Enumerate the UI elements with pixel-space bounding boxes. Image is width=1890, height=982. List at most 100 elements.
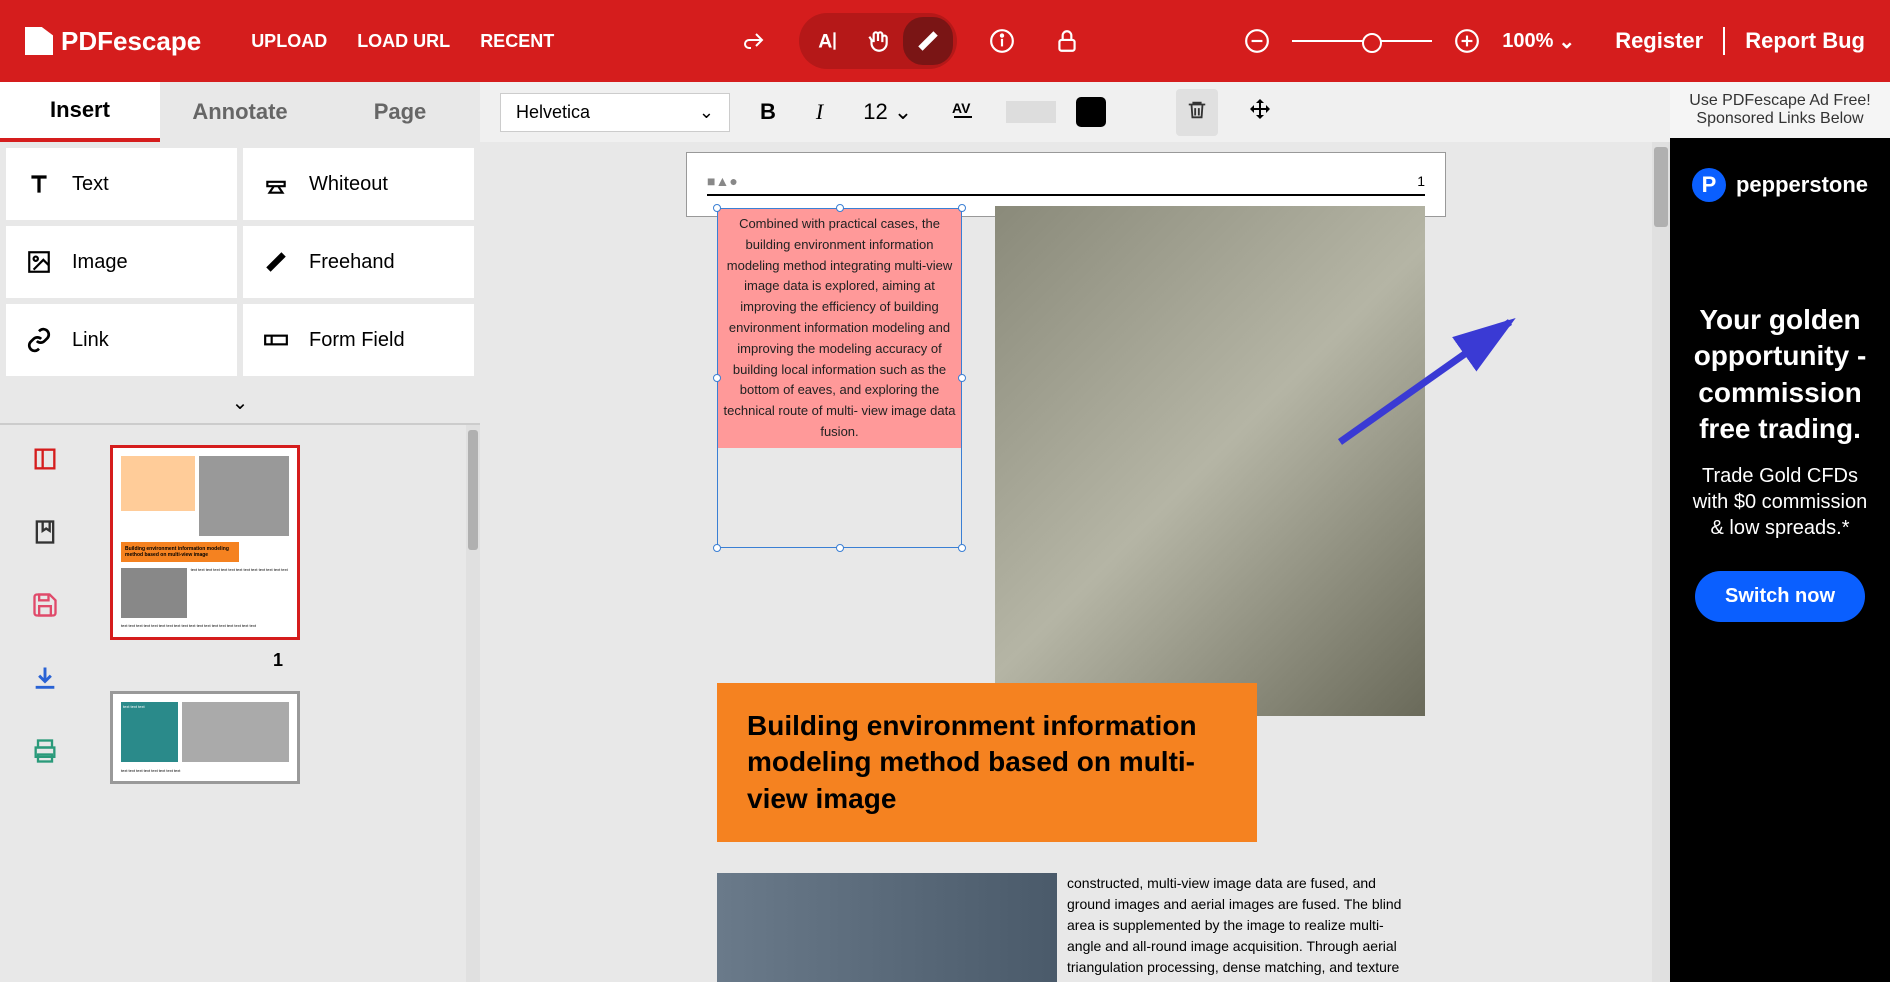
document-canvas[interactable]: ■▲● 1 Combined with practical cases, the… <box>480 142 1652 982</box>
highlighted-text[interactable]: Combined with practical cases, the build… <box>718 209 961 448</box>
canvas-scrollbar[interactable] <box>1652 142 1670 982</box>
text-icon <box>26 171 52 197</box>
register-link[interactable]: Register <box>1615 28 1703 54</box>
page-image-atrium <box>995 206 1425 716</box>
thumbnail-page-1[interactable]: Building environment information modelin… <box>110 445 300 640</box>
resize-handle[interactable] <box>713 544 721 552</box>
color-swatch[interactable] <box>1076 97 1106 127</box>
redo-button[interactable] <box>734 21 774 61</box>
advertisement[interactable]: P pepperstone Your golden opportunity - … <box>1670 138 1890 982</box>
insert-text-button[interactable]: Text <box>6 148 237 220</box>
pdf-page[interactable]: ■▲● 1 Combined with practical cases, the… <box>686 152 1446 217</box>
insert-link-button[interactable]: Link <box>6 304 237 376</box>
resize-handle[interactable] <box>713 204 721 212</box>
insert-image-button[interactable]: Image <box>6 226 237 298</box>
selection-box[interactable]: Combined with practical cases, the build… <box>717 208 962 548</box>
lock-button[interactable] <box>1047 21 1087 61</box>
menu-upload[interactable]: UPLOAD <box>251 31 327 52</box>
bookmark-icon[interactable] <box>31 518 59 546</box>
right-panel: Use PDFescape Ad Free! Sponsored Links B… <box>1670 82 1890 982</box>
report-bug-link[interactable]: Report Bug <box>1745 28 1865 54</box>
print-icon[interactable] <box>31 737 59 765</box>
resize-handle[interactable] <box>958 544 966 552</box>
save-icon[interactable] <box>31 591 59 619</box>
zoom-controls: 100% ⌄ <box>1237 21 1575 61</box>
text-tool-button[interactable]: A <box>803 17 853 65</box>
svg-text:AV: AV <box>952 100 971 116</box>
font-name: Helvetica <box>516 102 590 123</box>
formfield-icon <box>263 327 289 353</box>
zoom-in-button[interactable] <box>1447 21 1487 61</box>
ad-brand-icon: P <box>1692 168 1726 202</box>
resize-handle[interactable] <box>958 204 966 212</box>
hand-tool-button[interactable] <box>853 17 903 65</box>
resize-handle[interactable] <box>713 374 721 382</box>
whiteout-icon <box>263 171 289 197</box>
insert-formfield-button[interactable]: Form Field <box>243 304 474 376</box>
header-right-links: Register Report Bug <box>1615 27 1865 55</box>
separator <box>1723 27 1725 55</box>
spacing-slider[interactable] <box>1006 101 1056 123</box>
logo-icon <box>25 27 53 55</box>
info-button[interactable] <box>982 21 1022 61</box>
thumbnails-area: Building environment information modelin… <box>0 423 480 982</box>
italic-button[interactable]: I <box>806 94 833 130</box>
insert-text-label: Text <box>72 173 109 196</box>
ad-cta-button[interactable]: Switch now <box>1695 571 1865 622</box>
menu-load-url[interactable]: LOAD URL <box>357 31 450 52</box>
app-name: PDFescape <box>61 26 201 57</box>
page-header: ■▲● 1 <box>707 173 1425 196</box>
pages-icon[interactable] <box>31 445 59 473</box>
insert-image-label: Image <box>72 251 128 274</box>
insert-link-label: Link <box>72 329 109 352</box>
left-panel: Insert Annotate Page Text Whiteout Image… <box>0 82 480 982</box>
tab-annotate[interactable]: Annotate <box>160 82 320 142</box>
bold-button[interactable]: B <box>750 94 786 130</box>
svg-text:A: A <box>818 31 832 53</box>
insert-formfield-label: Form Field <box>309 329 405 352</box>
main-area: Insert Annotate Page Text Whiteout Image… <box>0 82 1890 982</box>
thumbnail-page-2[interactable]: text text text text text text text text … <box>110 691 300 784</box>
resize-handle[interactable] <box>836 544 844 552</box>
link-icon <box>26 327 52 353</box>
main-menu: UPLOAD LOAD URL RECENT <box>251 31 554 52</box>
chevron-down-icon: ⌄ <box>699 102 714 123</box>
panel-tabs: Insert Annotate Page <box>0 82 480 142</box>
ad-headline: Your golden opportunity - commission fre… <box>1690 302 1870 448</box>
ad-brand: P pepperstone <box>1692 168 1868 202</box>
format-toolbar: Helvetica ⌄ B I 12 ⌄ AV <box>480 82 1670 142</box>
insert-freehand-button[interactable]: Freehand <box>243 226 474 298</box>
zoom-slider[interactable] <box>1292 40 1432 42</box>
tab-insert[interactable]: Insert <box>0 82 160 142</box>
chevron-down-icon: ⌄ <box>1558 29 1575 54</box>
zoom-level-dropdown[interactable]: 100% ⌄ <box>1502 29 1575 54</box>
menu-recent[interactable]: RECENT <box>480 31 554 52</box>
document-title: Building environment information modelin… <box>717 683 1257 842</box>
resize-handle[interactable] <box>836 204 844 212</box>
tab-page[interactable]: Page <box>320 82 480 142</box>
page-number: 1 <box>1417 173 1425 189</box>
delete-button[interactable] <box>1176 89 1218 136</box>
ad-notice-line1: Use PDFescape Ad Free! <box>1680 92 1880 110</box>
tool-mode-group: A <box>799 13 957 69</box>
settings-button[interactable] <box>1238 92 1282 132</box>
insert-grid: Text Whiteout Image Freehand Link Form F… <box>0 142 480 382</box>
page-image-person <box>717 873 1057 982</box>
center-tools: A <box>734 13 1087 69</box>
expand-panel-button[interactable]: ⌄ <box>0 382 480 423</box>
ad-brand-name: pepperstone <box>1736 172 1868 198</box>
draw-tool-button[interactable] <box>903 17 953 65</box>
spacing-button[interactable]: AV <box>942 94 986 130</box>
app-logo: PDFescape <box>25 26 201 57</box>
thumbnail-scrollbar[interactable] <box>466 425 480 982</box>
app-header: PDFescape UPLOAD LOAD URL RECENT A <box>0 0 1890 82</box>
ad-notice-line2: Sponsored Links Below <box>1680 110 1880 128</box>
shapes-icon: ■▲● <box>707 173 738 189</box>
insert-whiteout-button[interactable]: Whiteout <box>243 148 474 220</box>
font-family-select[interactable]: Helvetica ⌄ <box>500 93 730 132</box>
zoom-out-button[interactable] <box>1237 21 1277 61</box>
font-size-select[interactable]: 12 ⌄ <box>853 94 922 130</box>
content-area: Helvetica ⌄ B I 12 ⌄ AV <box>480 82 1670 982</box>
download-icon[interactable] <box>31 664 59 692</box>
resize-handle[interactable] <box>958 374 966 382</box>
